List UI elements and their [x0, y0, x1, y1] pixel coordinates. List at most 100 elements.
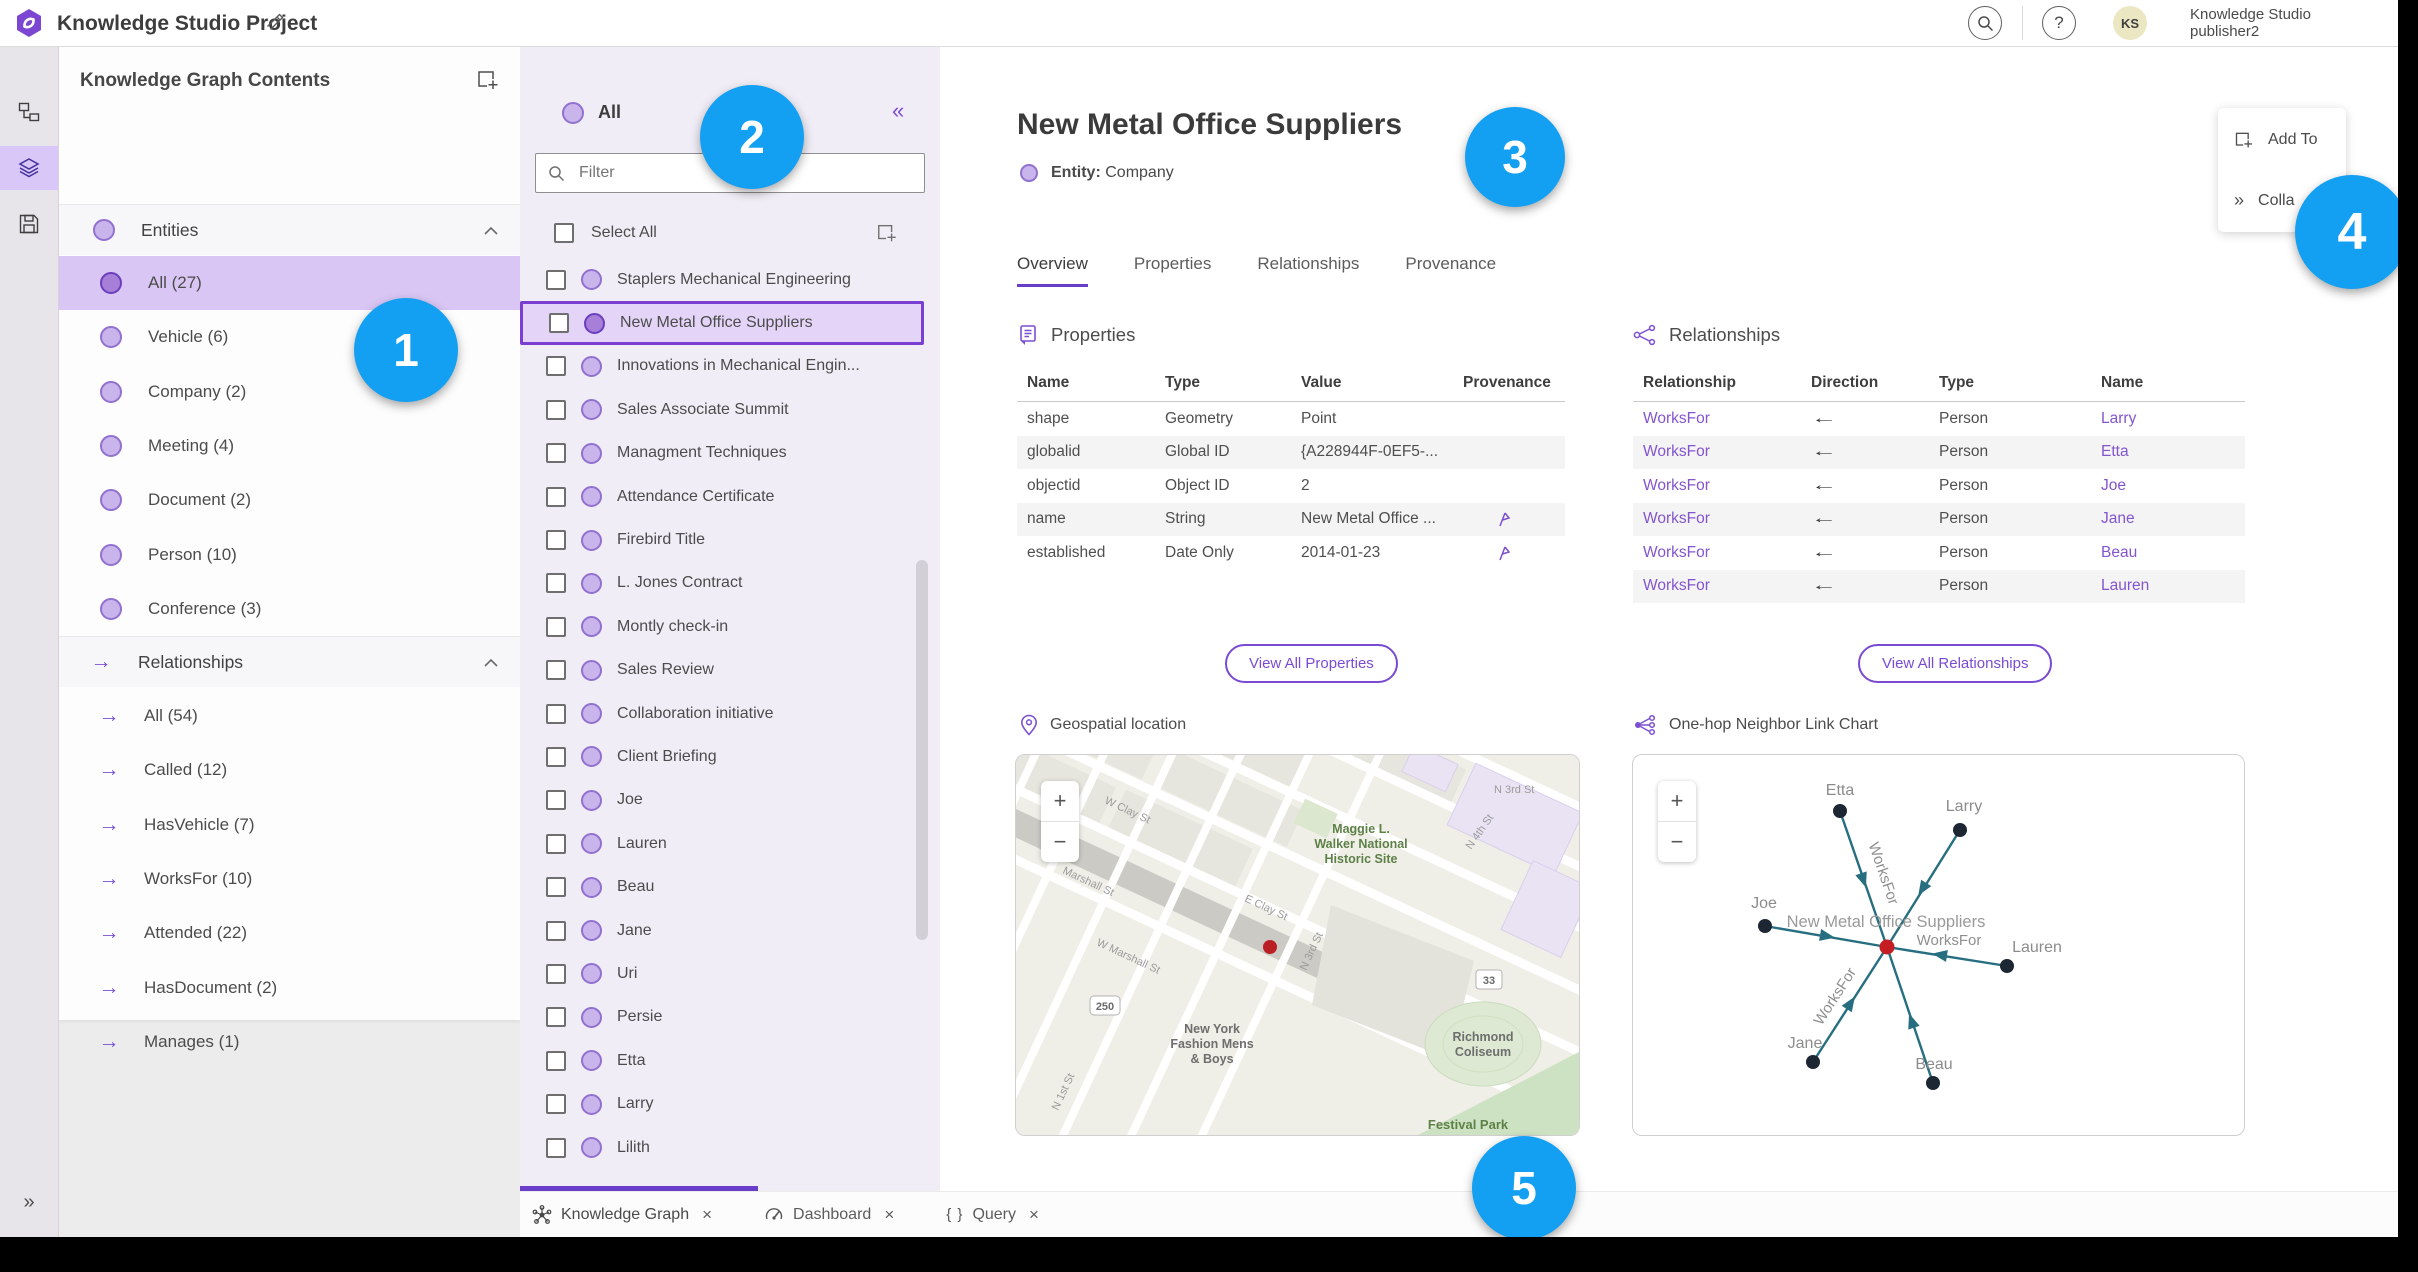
list-item[interactable]: Montly check-in: [520, 605, 924, 648]
item-checkbox[interactable]: [546, 833, 566, 854]
view-all-relationships-button[interactable]: View All Relationships: [1858, 644, 2053, 683]
relationship-type-item[interactable]: → Manages (1): [58, 1015, 520, 1069]
zoom-in-button[interactable]: +: [1041, 781, 1079, 822]
rail-item-save[interactable]: [0, 202, 58, 246]
list-item[interactable]: Managment Techniques: [520, 432, 924, 475]
avatar[interactable]: KS: [2113, 6, 2147, 40]
item-checkbox[interactable]: [549, 313, 569, 334]
item-checkbox[interactable]: [546, 1137, 566, 1158]
relationship-link[interactable]: WorksFor: [1633, 536, 1801, 570]
view-all-properties-button[interactable]: View All Properties: [1225, 644, 1398, 683]
entity-type-item[interactable]: Person (10): [58, 527, 520, 581]
related-name-link[interactable]: Etta: [2091, 435, 2245, 469]
related-name-link[interactable]: Joe: [2091, 469, 2245, 503]
list-item[interactable]: Firebird Title: [520, 518, 924, 561]
tab-properties[interactable]: Properties: [1134, 254, 1211, 287]
help-button[interactable]: ?: [2042, 6, 2076, 40]
expand-rail-button[interactable]: »: [0, 1191, 58, 1214]
list-item-selected[interactable]: New Metal Office Suppliers: [520, 301, 924, 345]
tab-dashboard[interactable]: Dashboard ×: [764, 1205, 894, 1225]
related-name-link[interactable]: Jane: [2091, 502, 2245, 536]
entity-type-item[interactable]: Document (2): [58, 473, 520, 527]
list-item[interactable]: L. Jones Contract: [520, 562, 924, 605]
item-checkbox[interactable]: [546, 356, 566, 377]
list-item[interactable]: Etta: [520, 1039, 924, 1082]
entity-type-item[interactable]: Conference (3): [58, 582, 520, 636]
relationships-section-header[interactable]: → Relationships: [58, 636, 520, 687]
item-checkbox[interactable]: [546, 486, 566, 507]
relationship-link[interactable]: WorksFor: [1633, 502, 1801, 536]
add-to-map-icon[interactable]: [876, 222, 898, 244]
item-checkbox[interactable]: [546, 703, 566, 724]
collapse-menu-item[interactable]: » Colla: [2234, 190, 2294, 211]
item-checkbox[interactable]: [546, 746, 566, 767]
entity-type-item[interactable]: Meeting (4): [58, 419, 520, 473]
list-item[interactable]: Beau: [520, 865, 924, 908]
zoom-in-button[interactable]: +: [1658, 781, 1696, 822]
rail-item-hierarchy[interactable]: [0, 90, 58, 134]
zoom-out-button[interactable]: −: [1658, 822, 1696, 862]
related-name-link[interactable]: Lauren: [2091, 569, 2245, 603]
item-checkbox[interactable]: [546, 660, 566, 681]
item-checkbox[interactable]: [546, 1007, 566, 1028]
item-checkbox[interactable]: [546, 573, 566, 594]
relationship-type-item[interactable]: → WorksFor (10): [58, 852, 520, 906]
list-item[interactable]: Larry: [520, 1082, 924, 1125]
zoom-out-button[interactable]: −: [1041, 822, 1079, 862]
rail-item-layers[interactable]: [0, 146, 58, 190]
add-to-map-icon[interactable]: [476, 68, 500, 92]
link-chart-canvas[interactable]: Etta Larry Joe Lauren Jane Beau New Meta…: [1633, 755, 2244, 1135]
item-checkbox[interactable]: [546, 616, 566, 637]
item-checkbox[interactable]: [546, 530, 566, 551]
add-to-menu-item[interactable]: Add To: [2234, 130, 2318, 150]
provenance-flag-icon[interactable]: [1495, 544, 1513, 562]
close-tab-icon[interactable]: ×: [702, 1205, 712, 1225]
list-item[interactable]: Lilith: [520, 1126, 924, 1169]
list-item[interactable]: Jane: [520, 909, 924, 952]
select-all-checkbox[interactable]: [554, 223, 574, 243]
user-info[interactable]: Knowledge Studio publisher2: [2190, 6, 2311, 40]
relationship-type-item[interactable]: → HasVehicle (7): [58, 798, 520, 852]
list-item[interactable]: Uri: [520, 952, 924, 995]
one-hop-link-chart[interactable]: Etta Larry Joe Lauren Jane Beau New Meta…: [1632, 754, 2245, 1136]
item-checkbox[interactable]: [546, 399, 566, 420]
related-name-link[interactable]: Larry: [2091, 402, 2245, 436]
related-name-link[interactable]: Beau: [2091, 536, 2245, 570]
search-button[interactable]: [1968, 6, 2002, 40]
item-checkbox[interactable]: [546, 790, 566, 811]
relationship-type-item[interactable]: → All (54): [58, 689, 520, 743]
list-item[interactable]: Client Briefing: [520, 735, 924, 778]
center-node[interactable]: [1879, 939, 1895, 955]
tab-query[interactable]: { } Query ×: [946, 1205, 1039, 1225]
tab-overview[interactable]: Overview: [1017, 254, 1088, 287]
relationship-link[interactable]: WorksFor: [1633, 469, 1801, 503]
close-tab-icon[interactable]: ×: [884, 1205, 894, 1225]
list-item[interactable]: Sales Associate Summit: [520, 388, 924, 431]
list-item[interactable]: Collaboration initiative: [520, 692, 924, 735]
entities-section-header[interactable]: Entities: [58, 204, 520, 255]
provenance-flag-icon[interactable]: [1495, 510, 1513, 528]
list-scrollbar[interactable]: [916, 560, 928, 940]
tab-provenance[interactable]: Provenance: [1405, 254, 1496, 287]
relationship-type-item[interactable]: → Attended (22): [58, 906, 520, 960]
map-canvas[interactable]: W Clay St E Clay St Marshall St W Marsha…: [1016, 755, 1580, 1136]
item-checkbox[interactable]: [546, 1050, 566, 1071]
list-item[interactable]: Attendance Certificate: [520, 475, 924, 518]
tab-relationships[interactable]: Relationships: [1257, 254, 1359, 287]
item-checkbox[interactable]: [546, 963, 566, 984]
list-item[interactable]: Innovations in Mechanical Engin...: [520, 345, 924, 388]
relationship-link[interactable]: WorksFor: [1633, 569, 1801, 603]
item-checkbox[interactable]: [546, 1094, 566, 1115]
list-item[interactable]: Lauren: [520, 822, 924, 865]
item-checkbox[interactable]: [546, 877, 566, 898]
item-checkbox[interactable]: [546, 443, 566, 464]
list-item[interactable]: Staplers Mechanical Engineering: [520, 258, 924, 301]
geospatial-map[interactable]: W Clay St E Clay St Marshall St W Marsha…: [1015, 754, 1580, 1136]
tab-knowledge-graph[interactable]: Knowledge Graph ×: [532, 1205, 712, 1225]
item-checkbox[interactable]: [546, 269, 566, 290]
list-item[interactable]: Joe: [520, 779, 924, 822]
relationship-type-item[interactable]: → HasDocument (2): [58, 960, 520, 1014]
relationship-type-item[interactable]: → Called (12): [58, 743, 520, 797]
close-tab-icon[interactable]: ×: [1029, 1205, 1039, 1225]
edit-pencil-icon[interactable]: [264, 13, 284, 33]
